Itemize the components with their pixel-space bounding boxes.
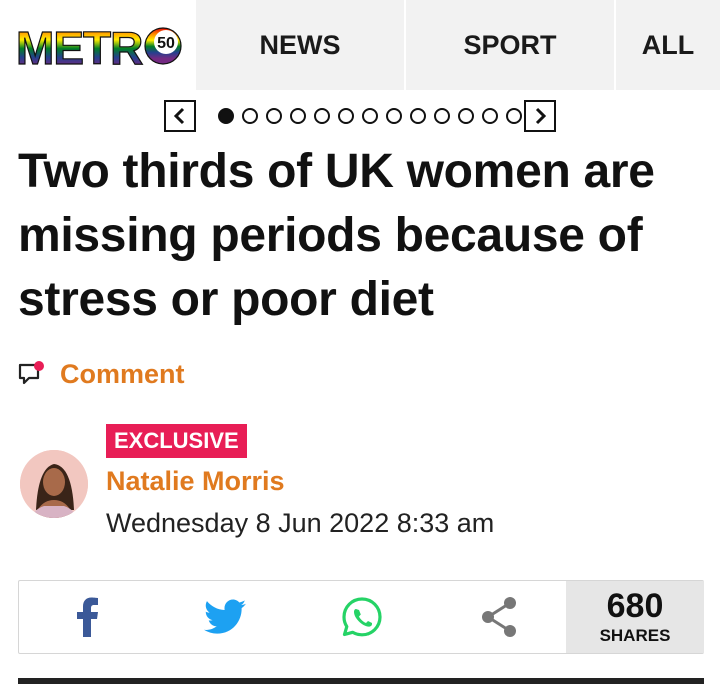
carousel-dot[interactable] (242, 108, 258, 124)
twitter-icon (203, 599, 246, 634)
share-bar: 680 SHARES (18, 580, 704, 654)
avatar-image (20, 450, 88, 518)
more-share-button[interactable] (430, 581, 567, 653)
share-count-label: SHARES (599, 626, 671, 645)
top-nav: METR 50 NEWS SPORT ALL (0, 0, 720, 90)
whatsapp-share-button[interactable] (293, 581, 430, 653)
carousel-dot[interactable] (410, 108, 426, 124)
share-count-number: 680 (606, 587, 664, 625)
carousel-prev-button[interactable] (164, 100, 196, 132)
carousel-next-button[interactable] (524, 100, 556, 132)
carousel-dot[interactable] (434, 108, 450, 124)
nav-tab-all[interactable]: ALL (616, 0, 720, 90)
whatsapp-icon (341, 597, 382, 637)
nav-tab-sport[interactable]: SPORT (406, 0, 614, 90)
author-avatar[interactable] (20, 450, 88, 518)
publish-date: Wednesday 8 Jun 2022 8:33 am (106, 508, 495, 538)
next-section-image-edge (18, 678, 704, 684)
carousel-dot[interactable] (458, 108, 474, 124)
carousel-dot[interactable] (506, 108, 522, 124)
logo-badge: 50 (157, 35, 175, 52)
chevron-right-icon (535, 107, 547, 125)
nav-tab-news[interactable]: NEWS (196, 0, 404, 90)
metro-logo-icon: METR 50 (16, 22, 182, 70)
carousel-dot[interactable] (266, 108, 282, 124)
comment-label: Comment (60, 358, 185, 389)
facebook-icon (76, 597, 98, 637)
carousel-dot[interactable] (314, 108, 330, 124)
article-headline: Two thirds of UK women are missing perio… (18, 145, 655, 326)
facebook-share-button[interactable] (19, 581, 156, 653)
exclusive-badge: EXCLUSIVE (106, 424, 247, 458)
gallery-carousel (164, 100, 558, 132)
chevron-left-icon (173, 107, 185, 125)
carousel-dot[interactable] (218, 108, 234, 124)
carousel-dot[interactable] (362, 108, 378, 124)
svg-text:METR: METR (16, 22, 143, 70)
comment-icon (18, 361, 44, 385)
comment-link[interactable]: Comment (18, 358, 185, 390)
carousel-dot[interactable] (338, 108, 354, 124)
carousel-dot[interactable] (290, 108, 306, 124)
carousel-dots (218, 108, 522, 124)
author-name[interactable]: Natalie Morris (106, 466, 285, 497)
twitter-share-button[interactable] (156, 581, 293, 653)
share-icon (481, 597, 516, 637)
metro-logo[interactable]: METR 50 (0, 0, 196, 90)
carousel-dot[interactable] (482, 108, 498, 124)
share-count: 680 SHARES (566, 581, 704, 653)
carousel-dot[interactable] (386, 108, 402, 124)
